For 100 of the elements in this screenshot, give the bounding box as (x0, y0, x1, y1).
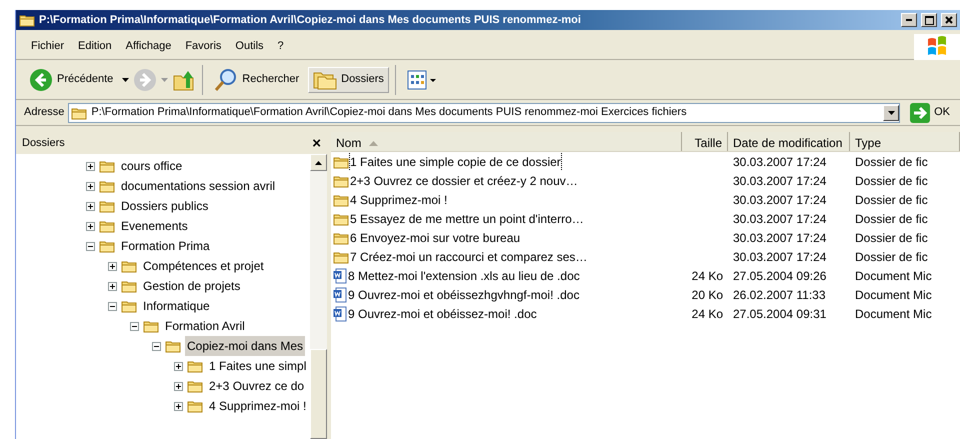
column-header[interactable]: Taille (682, 132, 728, 151)
view-grid-icon (406, 70, 437, 90)
folder-icon (165, 339, 181, 353)
modified-date: 27.05.2004 09:26 (733, 268, 826, 282)
menu-item[interactable]: Edition (71, 38, 119, 55)
file-type: Dossier de fic (855, 174, 928, 188)
tree-item[interactable]: Compétences et projet (141, 256, 266, 276)
folder-icon (333, 212, 349, 226)
close-button[interactable]: × (312, 136, 321, 150)
address-label: Adresse (24, 105, 64, 120)
expand-toggle[interactable] (86, 202, 95, 210)
file-name[interactable]: 9 Ouvrez-moi et obéissezhgvhngf-moi! .doc (348, 286, 580, 304)
folder-icon (121, 259, 137, 273)
menu-item[interactable]: Favoris (178, 38, 228, 55)
close-button[interactable] (941, 13, 957, 27)
folder-icon (143, 319, 159, 333)
scrollbar[interactable] (310, 154, 327, 439)
folder-icon (19, 13, 35, 27)
collapse-toggle[interactable] (130, 322, 139, 330)
file-name[interactable]: 7 Créez-moi un raccourci et comparez ses… (350, 248, 588, 266)
tree-item[interactable]: Formation Prima (119, 236, 212, 256)
modified-date: 27.05.2004 09:31 (733, 306, 826, 320)
tree-item[interactable]: Informatique (141, 296, 212, 316)
folders-icon (313, 70, 338, 90)
folder-icon (71, 106, 88, 120)
folder-icon (333, 250, 349, 264)
search-button[interactable]: Rechercher (209, 64, 304, 94)
folder-icon (99, 239, 115, 253)
dropdown-button[interactable] (883, 104, 900, 120)
file-name[interactable]: 6 Envoyez-moi sur votre bureau (350, 228, 520, 246)
column-header[interactable]: Nom (331, 132, 682, 151)
file-type: Document Mic (855, 306, 932, 320)
file-type: Dossier de fic (855, 212, 928, 226)
tree-item[interactable]: Dossiers publics (119, 196, 210, 216)
tree-item[interactable]: 2+3 Ouvrez ce do (207, 376, 306, 396)
file-name[interactable]: 2+3 Ouvrez ce dossier et créez-y 2 nouv… (350, 172, 578, 190)
expand-toggle[interactable] (86, 222, 95, 230)
folder-icon (99, 219, 115, 233)
expand-toggle[interactable] (174, 382, 183, 390)
folder-icon (187, 399, 203, 413)
folder-icon (99, 159, 115, 173)
menu-item[interactable]: Fichier (24, 38, 72, 55)
close-icon (945, 16, 953, 24)
back-button[interactable]: Précédente (24, 64, 118, 94)
file-type: Document Mic (855, 268, 932, 282)
folder-icon (99, 179, 115, 193)
file-name[interactable]: 5 Essayez de me mettre un point d'interro… (350, 210, 584, 228)
folder-icon (333, 230, 349, 244)
collapse-toggle[interactable] (86, 242, 95, 250)
collapse-toggle[interactable] (152, 342, 161, 350)
panel-title: Dossiers (22, 136, 65, 151)
file-name[interactable]: 1 Faites une simple copie de ce dossier (350, 152, 561, 170)
maximize-icon (924, 16, 934, 24)
modified-date: 30.03.2007 17:24 (733, 230, 826, 244)
tree-item[interactable]: Gestion de projets (141, 276, 242, 296)
sort-arrow-icon (369, 141, 378, 146)
collapse-toggle[interactable] (108, 302, 117, 310)
tree-item[interactable]: 1 Faites une simpl (207, 356, 308, 376)
column-header[interactable]: Date de modification (728, 132, 850, 151)
flag-logo-icon (926, 36, 948, 58)
modified-date: 26.02.2007 11:33 (733, 288, 826, 302)
search-icon (214, 68, 238, 92)
tree-item[interactable]: documentations session avril (119, 176, 278, 196)
column-header[interactable]: Type (850, 132, 960, 151)
expand-toggle[interactable] (86, 162, 95, 170)
file-size: 24 Ko (692, 306, 723, 320)
folder-icon (187, 359, 203, 373)
expand-toggle[interactable] (108, 262, 117, 270)
expand-toggle[interactable] (174, 402, 183, 410)
address-field[interactable]: P:\Formation Prima\Informatique\Formation Avril\Copiez-moi dans Mes documents PUIS renommez-moi Exercices fichiers (68, 102, 900, 122)
tree-item[interactable]: Formation Avril (163, 316, 247, 336)
menu-item[interactable]: Outils (228, 38, 271, 55)
file-name[interactable]: 8 Mettez-moi l'extension .xls au lieu de .doc (348, 266, 580, 284)
folder-icon (121, 279, 137, 293)
window-title: P:\Formation Prima\Informatique\Formation Avril\Copiez-moi dans Mes documents PUIS renommez-moi (39, 12, 582, 28)
modified-date: 30.03.2007 17:24 (733, 174, 826, 188)
file-type: Dossier de fic (855, 230, 928, 244)
minimize-icon (906, 19, 912, 21)
folder-icon (333, 192, 349, 206)
file-name[interactable]: 9 Ouvrez-moi et obéissez-moi! .doc (348, 304, 537, 322)
folder-icon (333, 174, 349, 188)
file-name[interactable]: 4 Supprimez-moi ! (350, 190, 448, 208)
tree-item[interactable]: Copiez-moi dans Mes (185, 336, 306, 356)
up-arrow-icon (315, 160, 322, 164)
tree-item[interactable]: cours office (119, 156, 184, 176)
folders-button[interactable]: Dossiers (308, 66, 389, 92)
tree-item[interactable]: 4 Supprimez-moi ! (207, 396, 308, 416)
menu-item[interactable]: Affichage (118, 38, 178, 55)
tree-item[interactable]: Evenements (119, 216, 190, 236)
modified-date: 30.03.2007 17:24 (733, 212, 826, 226)
file-type: Dossier de fic (855, 250, 928, 264)
maximize-button[interactable] (921, 13, 937, 27)
minimize-button[interactable] (901, 13, 917, 27)
modified-date: 30.03.2007 17:24 (733, 154, 826, 168)
file-type: Dossier de fic (855, 192, 928, 206)
menu-item[interactable]: ? (270, 38, 291, 55)
go-button[interactable]: OK (904, 102, 956, 122)
expand-toggle[interactable] (174, 362, 183, 370)
expand-toggle[interactable] (108, 282, 117, 290)
expand-toggle[interactable] (86, 182, 95, 190)
